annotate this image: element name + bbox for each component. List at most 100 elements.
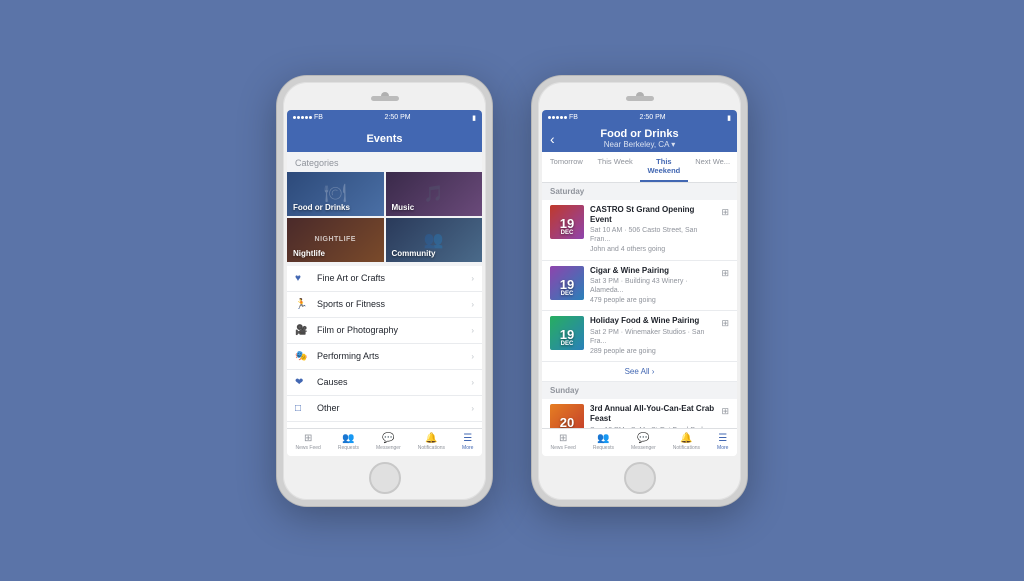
- tab-bar-1: ⊞ News Feed 👥 Requests 💬 Messenger 🔔 Not…: [287, 428, 482, 456]
- screen-1: FB 2:50 PM ▮ Events Categories 🍽 Food or…: [287, 110, 482, 456]
- network-label-2: FB: [569, 114, 578, 121]
- list-item-3[interactable]: 🎭 Performing Arts ›: [287, 344, 482, 370]
- time-display: 2:50 PM: [385, 114, 411, 121]
- back-button[interactable]: ‹: [550, 131, 555, 147]
- food-icon: 🍽: [324, 183, 347, 204]
- performing-icon: 🎭: [295, 351, 311, 362]
- save-icon-3[interactable]: ⊞: [721, 406, 729, 417]
- category-food[interactable]: 🍽 Food or Drinks: [287, 172, 384, 216]
- status-bar-2: FB 2:50 PM ▮: [542, 110, 737, 126]
- home-button-2[interactable]: [624, 462, 656, 494]
- causes-icon: ❤: [295, 377, 311, 388]
- tab-requests-2[interactable]: 👥 Requests: [593, 433, 614, 451]
- phone-speaker-2: [626, 96, 654, 101]
- requests-label: Requests: [338, 445, 359, 451]
- tab-messenger[interactable]: 💬 Messenger: [376, 433, 401, 451]
- event-thumb-3: 20 DEC: [550, 404, 584, 428]
- phone-speaker: [371, 96, 399, 101]
- event-detail-1: Sat 3 PM · Building 43 Winery · Alameda.…: [590, 277, 715, 295]
- day-sunday: Sunday: [542, 382, 737, 399]
- status-right: ▮: [472, 114, 476, 122]
- newsfeed-label: News Feed: [296, 445, 321, 451]
- event-item-0[interactable]: 19 DEC CASTRO St Grand Opening Event Sat…: [542, 200, 737, 261]
- chevron-icon-2: ›: [471, 326, 474, 335]
- chevron-icon-5: ›: [471, 404, 474, 413]
- nightlife-label: Nightlife: [293, 249, 325, 258]
- tab-more[interactable]: ☰ More: [462, 433, 473, 451]
- list-item-5[interactable]: □ Other ›: [287, 396, 482, 422]
- list-item-4[interactable]: ❤ Causes ›: [287, 370, 482, 396]
- status-right-2: ▮: [727, 114, 731, 122]
- tab-this-weekend[interactable]: This Weekend: [640, 152, 689, 182]
- community-label: Community: [392, 249, 436, 258]
- requests-icon: 👥: [342, 433, 354, 444]
- more-icon-2: ☰: [718, 433, 727, 444]
- list-items: ♥ Fine Art or Crafts › 🏃 Sports or Fitne…: [287, 266, 482, 422]
- category-music[interactable]: 🎵 Music: [386, 172, 483, 216]
- save-icon-1[interactable]: ⊞: [721, 268, 729, 279]
- time-display-2: 2:50 PM: [640, 114, 666, 121]
- more-label: More: [462, 445, 473, 451]
- filter-tabs: Tomorrow This Week This Weekend Next We.…: [542, 152, 737, 183]
- chevron-icon-1: ›: [471, 300, 474, 309]
- signal-dots-2: [548, 116, 567, 119]
- category-community[interactable]: 👥 Community: [386, 218, 483, 262]
- messenger-label-2: Messenger: [631, 445, 656, 451]
- nav-title-2: Food or Drinks: [600, 128, 678, 140]
- more-label-2: More: [717, 445, 728, 451]
- event-info-0: CASTRO St Grand Opening Event Sat 10 AM …: [590, 205, 715, 255]
- home-button-1[interactable]: [369, 462, 401, 494]
- music-icon: 🎵: [424, 184, 444, 204]
- tab-newsfeed[interactable]: ⊞ News Feed: [296, 433, 321, 451]
- community-icon: 👥: [424, 230, 444, 250]
- tab-messenger-2[interactable]: 💬 Messenger: [631, 433, 656, 451]
- event-title-0: CASTRO St Grand Opening Event: [590, 205, 715, 226]
- tab-requests[interactable]: 👥 Requests: [338, 433, 359, 451]
- list-item-2[interactable]: 🎥 Film or Photography ›: [287, 318, 482, 344]
- event-info-3: 3rd Annual All-You-Can-Eat Crab Feast Su…: [590, 404, 715, 428]
- nav-bar-1: Events: [287, 126, 482, 152]
- film-label: Film or Photography: [317, 325, 471, 335]
- other-icon: □: [295, 403, 311, 414]
- notifications-icon: 🔔: [425, 433, 437, 444]
- list-item-0[interactable]: ♥ Fine Art or Crafts ›: [287, 266, 482, 292]
- event-detail-2: Sat 2 PM · Winemaker Studios · San Fra..…: [590, 328, 715, 346]
- status-left: FB: [293, 114, 323, 121]
- tab-more-2[interactable]: ☰ More: [717, 433, 728, 451]
- tab-notifications-2[interactable]: 🔔 Notifications: [673, 433, 700, 451]
- notifications-label-2: Notifications: [673, 445, 700, 451]
- nav-title-group-2: Food or Drinks Near Berkeley, CA ▾: [600, 128, 678, 149]
- food-label: Food or Drinks: [293, 203, 350, 212]
- messenger-icon: 💬: [382, 433, 394, 444]
- event-item-1[interactable]: 19 DEC Cigar & Wine Pairing Sat 3 PM · B…: [542, 261, 737, 312]
- tab-notifications[interactable]: 🔔 Notifications: [418, 433, 445, 451]
- screen-2: FB 2:50 PM ▮ ‹ Food or Drinks Near Berke…: [542, 110, 737, 456]
- battery-icon: ▮: [472, 114, 476, 122]
- date-num-3: 20: [560, 416, 574, 428]
- save-icon-0[interactable]: ⊞: [721, 207, 729, 218]
- chevron-icon-3: ›: [471, 352, 474, 361]
- save-icon-2[interactable]: ⊞: [721, 318, 729, 329]
- event-item-3[interactable]: 20 DEC 3rd Annual All-You-Can-Eat Crab F…: [542, 399, 737, 428]
- date-badge-2: 19 DEC: [550, 316, 584, 350]
- tab-next-week[interactable]: Next We...: [688, 152, 737, 182]
- event-title-2: Holiday Food & Wine Pairing: [590, 316, 715, 326]
- tab-this-week[interactable]: This Week: [591, 152, 640, 182]
- tab-tomorrow[interactable]: Tomorrow: [542, 152, 591, 182]
- list-item-1[interactable]: 🏃 Sports or Fitness ›: [287, 292, 482, 318]
- notifications-icon-2: 🔔: [680, 433, 692, 444]
- event-title-3: 3rd Annual All-You-Can-Eat Crab Feast: [590, 404, 715, 425]
- newsfeed-label-2: News Feed: [551, 445, 576, 451]
- events-list: Saturday 19 DEC CASTRO St Grand Opening …: [542, 183, 737, 428]
- date-badge-3: 20 DEC: [550, 404, 584, 428]
- see-all-saturday[interactable]: See All ›: [542, 362, 737, 382]
- category-nightlife[interactable]: NIGHTLIFE Nightlife: [287, 218, 384, 262]
- phone-2: FB 2:50 PM ▮ ‹ Food or Drinks Near Berke…: [532, 76, 747, 506]
- event-going-1: 479 people are going: [590, 296, 715, 305]
- event-thumb-0: 19 DEC: [550, 205, 584, 239]
- requests-icon-2: 👥: [597, 433, 609, 444]
- nav-subtitle-2: Near Berkeley, CA ▾: [604, 140, 675, 149]
- date-mon-1: DEC: [561, 291, 574, 297]
- event-item-2[interactable]: 19 DEC Holiday Food & Wine Pairing Sat 2…: [542, 311, 737, 362]
- tab-newsfeed-2[interactable]: ⊞ News Feed: [551, 433, 576, 451]
